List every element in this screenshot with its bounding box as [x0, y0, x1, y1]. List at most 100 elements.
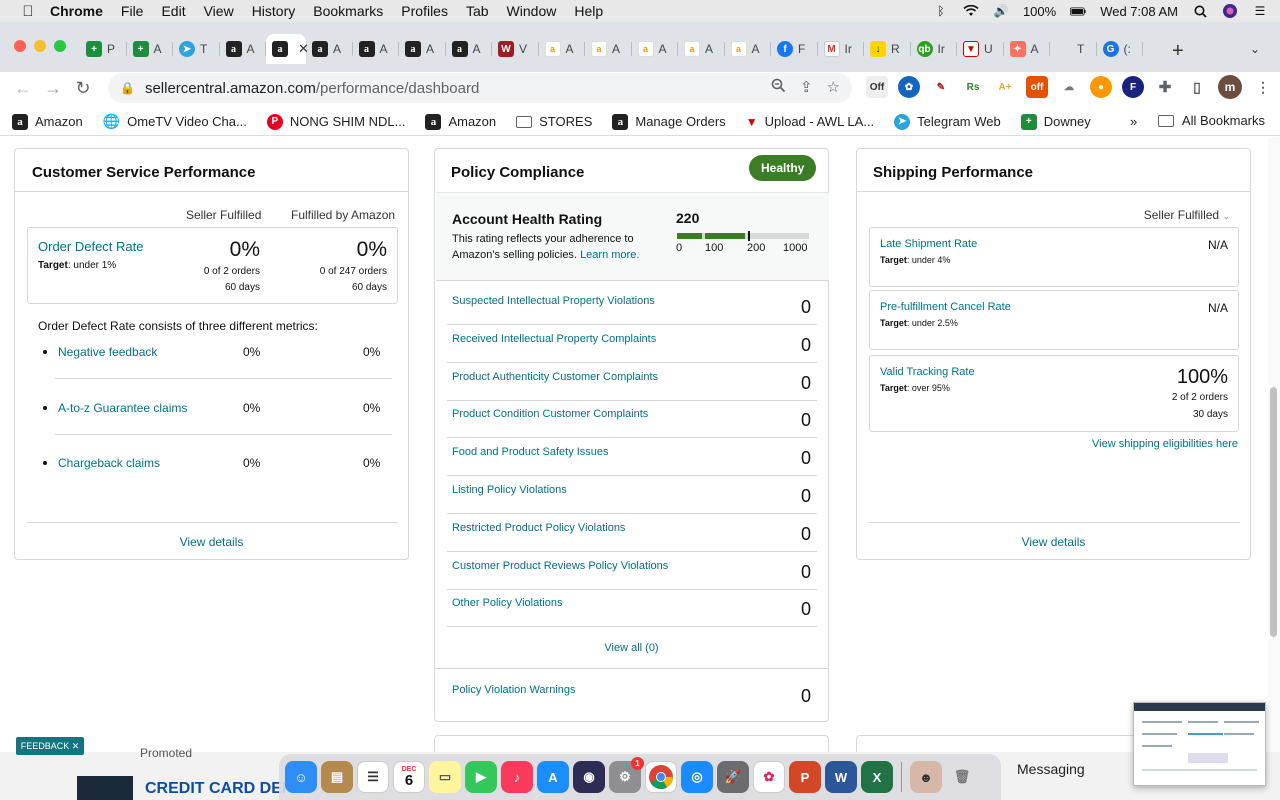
menu-history[interactable]: History — [252, 3, 296, 19]
policy-violation-warnings-link[interactable]: Policy Violation Warnings — [452, 684, 576, 696]
browser-tab[interactable]: aA — [446, 34, 493, 64]
bookmark-item[interactable]: a Amazon — [415, 113, 506, 130]
feedback-button[interactable]: FEEDBACK ✕ — [16, 737, 84, 755]
bookmark-item[interactable]: + Downey — [1011, 113, 1101, 130]
side-panel-icon[interactable]: ▯ — [1186, 76, 1208, 98]
notes-book-icon[interactable]: ▤ — [321, 761, 353, 793]
menu-profiles[interactable]: Profiles — [401, 3, 448, 19]
view-shipping-eligibilities-link[interactable]: View shipping eligibilities here — [1092, 438, 1238, 450]
bookmark-item[interactable]: ➤ Telegram Web — [884, 113, 1011, 130]
browser-tab[interactable]: T — [1050, 34, 1097, 64]
finder-icon[interactable]: ☺ — [285, 761, 317, 793]
bookmarks-overflow-icon[interactable]: » — [1130, 114, 1137, 129]
browser-tab[interactable]: aA — [399, 34, 446, 64]
browser-tab[interactable]: aA — [632, 34, 679, 64]
browser-tab[interactable]: qb Ir — [911, 34, 958, 64]
browser-tab[interactable]: ▼ U — [957, 34, 1004, 64]
extension-off-icon[interactable]: Off — [866, 76, 888, 98]
forward-arrow-icon[interactable]: → — [38, 73, 68, 103]
learn-more-link[interactable]: Learn more. — [580, 249, 639, 261]
siri-icon[interactable] — [1222, 4, 1238, 18]
menu-clock[interactable]: Wed 7:08 AM — [1100, 4, 1178, 19]
messaging-label[interactable]: Messaging — [1017, 761, 1085, 777]
bluetooth-icon[interactable]: ᛒ — [933, 4, 949, 18]
extension-off2-icon[interactable]: off — [1026, 76, 1048, 98]
browser-tab[interactable]: aA — [353, 34, 400, 64]
powerpoint-icon[interactable]: P — [789, 761, 821, 793]
browser-tab[interactable]: ↓ R — [864, 34, 911, 64]
shipping-metric-link[interactable]: Pre-fulfillment Cancel Rate — [880, 301, 1011, 313]
bookmark-item[interactable]: a Manage Orders — [602, 113, 735, 130]
ad-title[interactable]: CREDIT CARD DEI — [145, 780, 286, 798]
metric-link[interactable]: Negative feedback — [58, 345, 243, 359]
screenshot-thumbnail[interactable] — [1133, 702, 1266, 786]
extension-orange-icon[interactable]: ● — [1090, 76, 1112, 98]
policy-row-link[interactable]: Product Condition Customer Complaints — [452, 408, 648, 420]
chrome-menu-icon[interactable]: ⋮ — [1252, 76, 1274, 98]
bookmark-item[interactable]: ▼ Upload - AWL LA... — [736, 114, 884, 129]
photos-icon[interactable]: ✿ — [753, 761, 785, 793]
menu-chrome[interactable]: Chrome — [50, 3, 103, 19]
menu-edit[interactable]: Edit — [161, 3, 185, 19]
safari-icon[interactable]: ◎ — [681, 761, 713, 793]
extension-f-icon[interactable]: F — [1122, 76, 1144, 98]
policy-row-link[interactable]: Product Authenticity Customer Complaints — [452, 371, 658, 383]
policy-row-link[interactable]: Food and Product Safety Issues — [452, 446, 609, 458]
policy-row-link[interactable]: Suspected Intellectual Property Violatio… — [452, 295, 655, 307]
system-preferences-icon[interactable]: ⚙ 1 — [609, 757, 644, 793]
policy-row-link[interactable]: Restricted Product Policy Violations — [452, 522, 625, 534]
siri-app-icon[interactable]: ◉ — [573, 761, 605, 793]
new-tab-icon[interactable]: + — [1172, 40, 1184, 63]
launchpad-icon[interactable]: 🚀 — [717, 761, 749, 793]
person-thumbnail-icon[interactable]: ☻ — [910, 761, 942, 793]
bookmark-item[interactable]: a Amazon — [0, 113, 93, 130]
lock-icon[interactable]: 🔒 — [120, 81, 135, 95]
chrome-icon[interactable] — [645, 761, 677, 793]
menu-window[interactable]: Window — [507, 3, 557, 19]
browser-tab[interactable]: aA — [678, 34, 725, 64]
view-details-link[interactable]: View details — [15, 535, 408, 549]
app-store-icon[interactable]: A — [537, 761, 569, 793]
browser-tab[interactable]: fF — [771, 34, 818, 64]
word-icon[interactable]: W — [825, 761, 857, 793]
extension-grey-icon[interactable]: ☁ — [1058, 76, 1080, 98]
reminders-icon[interactable]: ☰ — [357, 761, 389, 793]
extension-red-icon[interactable]: ✎ — [930, 76, 952, 98]
scrollbar-thumb[interactable] — [1270, 387, 1277, 637]
metric-link[interactable]: Chargeback claims — [58, 456, 243, 470]
policy-row-link[interactable]: Received Intellectual Property Complaint… — [452, 333, 656, 345]
extension-rs-icon[interactable]: Rs — [962, 76, 984, 98]
zoom-icon[interactable] — [771, 78, 786, 97]
view-all-link[interactable]: View all (0) — [435, 642, 828, 654]
share-icon[interactable]: ⇪ — [800, 78, 813, 97]
policy-row-link[interactable]: Other Policy Violations — [452, 597, 562, 609]
browser-tab[interactable]: aA — [306, 34, 353, 64]
browser-tab[interactable]: WV — [492, 34, 539, 64]
browser-tab[interactable]: M Ir — [818, 34, 865, 64]
volume-icon[interactable]: 🔊 — [993, 4, 1009, 18]
extension-blue-icon[interactable]: ✿ — [898, 76, 920, 98]
menu-tab[interactable]: Tab — [466, 3, 489, 19]
profile-avatar[interactable]: m — [1218, 75, 1242, 99]
tab-search-chevron-icon[interactable]: ⌄ — [1250, 42, 1260, 56]
zoom-window-button[interactable] — [54, 40, 66, 52]
menu-bookmarks[interactable]: Bookmarks — [313, 3, 383, 19]
shipping-metric-link[interactable]: Late Shipment Rate — [880, 238, 977, 250]
menu-help[interactable]: Help — [574, 3, 603, 19]
browser-tab[interactable]: ➤ T — [173, 34, 220, 64]
fulfillment-dropdown[interactable]: Seller Fulfilled ⌄ — [1144, 208, 1230, 222]
facetime-icon[interactable]: ▶ — [465, 761, 497, 793]
bookmark-star-icon[interactable]: ☆ — [827, 78, 840, 97]
extension-scout-icon[interactable]: A+ — [994, 76, 1016, 98]
policy-row-link[interactable]: Listing Policy Violations — [452, 484, 567, 496]
battery-icon[interactable] — [1070, 4, 1086, 18]
browser-tab[interactable]: ✦ A — [1004, 34, 1051, 64]
calendar-icon[interactable]: DEC 6 — [393, 761, 425, 793]
apple-menu-icon[interactable]:  — [20, 3, 36, 20]
back-arrow-icon[interactable]: ← — [8, 73, 38, 103]
policy-row-link[interactable]: Customer Product Reviews Policy Violatio… — [452, 560, 668, 572]
metric-link[interactable]: A-to-z Guarantee claims — [58, 401, 243, 415]
browser-tab[interactable]: G (: — [1097, 34, 1144, 64]
stickies-icon[interactable]: ▭ — [429, 761, 461, 793]
menu-view[interactable]: View — [204, 3, 234, 19]
